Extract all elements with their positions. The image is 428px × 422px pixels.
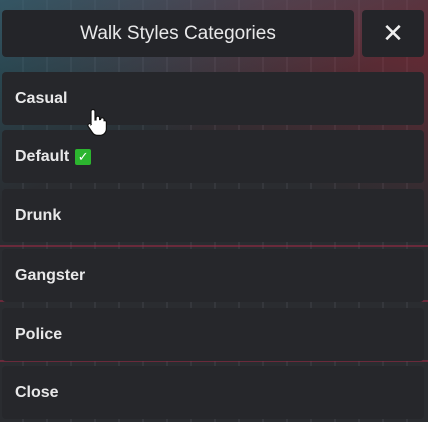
menu-item-gangster[interactable]: Gangster: [2, 249, 424, 302]
menu-title: Walk Styles Categories: [2, 10, 354, 57]
hand-pointer-icon: [87, 108, 107, 136]
menu-item-label: Police: [15, 325, 63, 343]
checkmark-icon: ✓: [75, 148, 92, 165]
walk-styles-menu: Walk Styles Categories ✕ Casual Default …: [0, 0, 428, 422]
menu-item-label: Drunk: [15, 206, 62, 224]
menu-item-casual[interactable]: Casual: [2, 72, 424, 125]
menu-item-police[interactable]: Police: [2, 308, 424, 361]
close-icon: ✕: [382, 18, 404, 48]
menu-item-label: Casual: [15, 89, 68, 107]
menu-item-label: Default: [15, 147, 70, 165]
menu-item-drunk[interactable]: Drunk: [2, 189, 424, 242]
menu-item-label: Gangster: [15, 266, 86, 284]
menu-item-close[interactable]: Close: [2, 366, 424, 419]
menu-item-default[interactable]: Default ✓: [2, 130, 424, 183]
menu-item-label: Close: [15, 383, 59, 401]
close-button[interactable]: ✕: [362, 10, 424, 57]
